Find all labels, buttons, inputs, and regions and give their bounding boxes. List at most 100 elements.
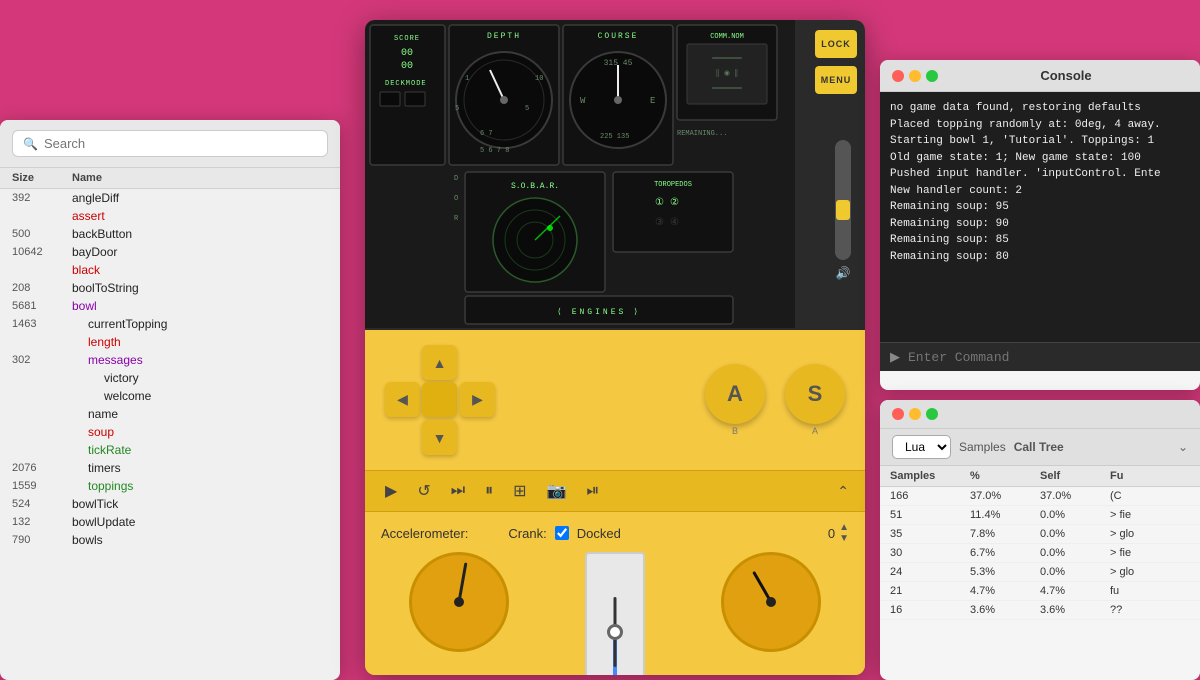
profiler-row[interactable]: 30 6.7% 0.0% > fie [880,544,1200,563]
profiler-row[interactable]: 166 37.0% 37.0% (C [880,487,1200,506]
table-row[interactable]: tickRate [0,441,340,459]
action-buttons: A B S A [705,364,845,436]
profiler-row[interactable]: 16 3.6% 3.6% ?? [880,601,1200,620]
toolbar-restart-button[interactable]: ↺ [413,479,434,503]
search-icon: 🔍 [23,137,38,151]
profiler-row[interactable]: 35 7.8% 0.0% > glo [880,525,1200,544]
file-browser-panel: 🔍 Size Name 392angleDiffassert500backBut… [0,120,340,680]
toolbar-record-button[interactable]: ⏯ [582,480,603,502]
console-line: Remaining soup: 80 [890,249,1190,266]
dpad-up-button[interactable]: ▲ [422,345,457,380]
search-input[interactable] [44,136,317,151]
profiler-titlebar [880,400,1200,429]
traffic-lights [892,70,938,82]
volume-thumb [836,200,850,220]
profiler-rows: 166 37.0% 37.0% (C 51 11.4% 0.0% > fie 3… [880,487,1200,680]
toolbar-play-button[interactable]: ▶ [381,479,401,503]
table-row[interactable]: 1559toppings [0,477,340,495]
table-row[interactable]: 500backButton [0,225,340,243]
svg-text:00: 00 [401,48,413,59]
table-row[interactable]: 1463currentTopping [0,315,340,333]
profiler-traffic-lights [892,408,938,420]
profiler-dropdown-icon[interactable]: ⌄ [1178,440,1188,454]
search-input-wrap: 🔍 [12,130,328,157]
table-row[interactable]: black [0,261,340,279]
row-samples: 30 [890,547,970,559]
table-row[interactable]: soup [0,423,340,441]
maximize-button[interactable] [926,70,938,82]
dpad-left-button[interactable]: ◀ [385,382,420,417]
profiler-minimize-button[interactable] [909,408,921,420]
dpad-down-button[interactable]: ▼ [422,420,457,455]
menu-button[interactable]: MENU [815,66,857,94]
call-tree-tab[interactable]: Call Tree [1014,440,1064,454]
crank-docked-checkbox[interactable] [555,526,569,540]
minimize-button[interactable] [909,70,921,82]
row-func: (C [1110,490,1190,502]
table-row[interactable]: 132bowlUpdate [0,513,340,531]
accelerometer-x-dial[interactable] [409,552,509,652]
samples-tab[interactable]: Samples [959,440,1006,454]
toolbar-chevron-button[interactable]: ⌃ [837,483,849,500]
row-samples: 166 [890,490,970,502]
row-name: currentTopping [72,317,328,331]
svg-text:① ②: ① ② [655,197,679,209]
console-line: New handler count: 2 [890,183,1190,200]
row-percent: 7.8% [970,528,1040,540]
row-name: soup [72,425,328,439]
table-row[interactable]: name [0,405,340,423]
accelerometer-label: Accelerometer: [381,526,468,541]
profiler-close-button[interactable] [892,408,904,420]
profiler-row[interactable]: 21 4.7% 4.7% fu [880,582,1200,601]
row-size: 524 [12,498,72,510]
row-func: > glo [1110,528,1190,540]
action-button-a[interactable]: A [705,364,765,424]
row-name: toppings [72,479,328,493]
profiler-row[interactable]: 51 11.4% 0.0% > fie [880,506,1200,525]
row-size: 10642 [12,246,72,258]
volume-slider[interactable]: 🔊 [835,140,851,260]
accelerometer-y-dial[interactable] [721,552,821,652]
table-row[interactable]: 2076timers [0,459,340,477]
toolbar-camera-button[interactable]: 📷 [543,479,571,503]
profiler-row[interactable]: 24 5.3% 0.0% > glo [880,563,1200,582]
profiler-toolbar: Lua Samples Call Tree ⌄ [880,429,1200,466]
close-button[interactable] [892,70,904,82]
crank-dial[interactable] [585,552,645,675]
action-button-s[interactable]: S [785,364,845,424]
toolbar-skip-button[interactable]: ⏭ [447,480,469,502]
crank-stepper[interactable]: ▲▼ [839,522,849,544]
table-row[interactable]: 392angleDiff [0,189,340,207]
table-row[interactable]: 10642bayDoor [0,243,340,261]
lock-button[interactable]: LOCK [815,30,857,58]
dpad-center [422,382,457,417]
dpad-right-button[interactable]: ▶ [460,382,495,417]
table-row[interactable]: welcome [0,387,340,405]
table-row[interactable]: victory [0,369,340,387]
toolbar-grid-button[interactable]: ⊞ [509,479,530,503]
row-name: bowlTick [72,497,328,511]
table-row[interactable]: 302messages [0,351,340,369]
table-row[interactable]: length [0,333,340,351]
table-row[interactable]: assert [0,207,340,225]
table-row[interactable]: 524bowlTick [0,495,340,513]
svg-text:═══════: ═══════ [711,55,742,63]
row-size: 302 [12,354,72,366]
crank-indicator [607,624,623,640]
svg-text:W: W [580,96,586,106]
command-input[interactable] [908,350,1190,365]
table-row[interactable]: 790bowls [0,531,340,549]
row-percent: 6.7% [970,547,1040,559]
row-name: backButton [72,227,328,241]
row-name: boolToString [72,281,328,295]
table-row[interactable]: 208boolToString [0,279,340,297]
console-line: Pushed input handler. 'inputControl. Ent… [890,166,1190,183]
toolbar-pause-button[interactable]: ⏸ [481,480,497,502]
language-select[interactable]: Lua [892,435,951,459]
profiler-maximize-button[interactable] [926,408,938,420]
header-func: Fu [1110,470,1190,482]
row-size: 392 [12,192,72,204]
svg-text:00: 00 [401,61,413,72]
table-row[interactable]: 5681bowl [0,297,340,315]
profiler-window: Lua Samples Call Tree ⌄ Samples % Self F… [880,400,1200,680]
